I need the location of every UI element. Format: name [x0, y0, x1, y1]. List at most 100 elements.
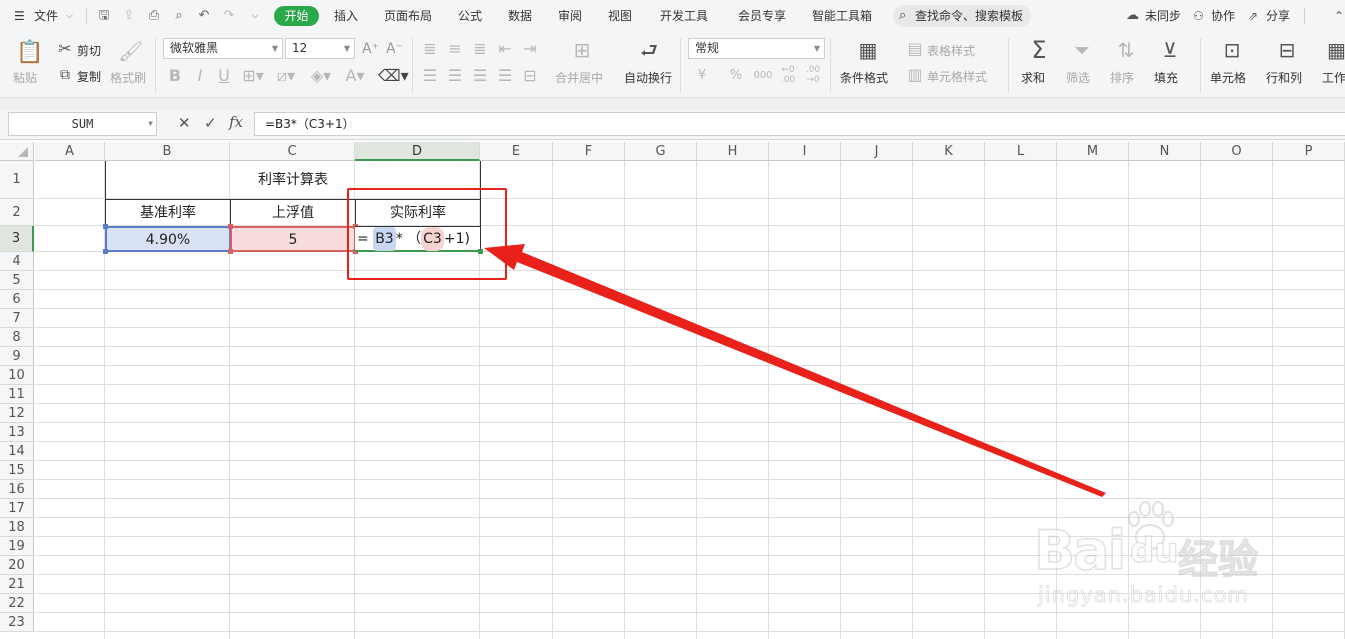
merge-center-button[interactable]: 合并居中: [555, 69, 603, 86]
tab-page-layout[interactable]: 页面布局: [384, 0, 432, 32]
eraser-icon[interactable]: ⌫▾: [378, 68, 409, 84]
decrease-decimal-icon[interactable]: .00 →0: [802, 65, 824, 85]
cell-style-icon[interactable]: ▥: [907, 67, 923, 83]
align-right-icon[interactable]: ☰: [472, 68, 488, 84]
justify-icon[interactable]: ☰: [497, 68, 513, 84]
worksheet-button[interactable]: 工作: [1322, 69, 1345, 86]
fill-button[interactable]: 填充: [1154, 69, 1178, 86]
search-input[interactable]: ⌕ 查找命令、搜索模板: [893, 5, 1031, 27]
bold-icon[interactable]: B: [168, 68, 182, 84]
merge-cells-icon[interactable]: ⊞: [570, 40, 594, 60]
number-format-value: 常规: [695, 41, 720, 55]
cut-button[interactable]: 剪切: [77, 42, 101, 59]
row-col-icon[interactable]: ⊟: [1275, 40, 1299, 60]
share-button[interactable]: 分享: [1266, 0, 1290, 32]
sync-status[interactable]: 未同步: [1145, 0, 1181, 32]
copy-icon[interactable]: ⧉: [57, 67, 73, 83]
border-icon[interactable]: ⊞▾: [242, 68, 264, 84]
fill-down-icon[interactable]: ⊻: [1158, 40, 1182, 60]
filter-button[interactable]: 筛选: [1066, 69, 1090, 86]
font-name-select[interactable]: 微软雅黑 ▼: [163, 38, 283, 59]
cell-icon[interactable]: ⊡: [1220, 40, 1244, 60]
sort-icon[interactable]: ⇅: [1114, 40, 1138, 60]
tab-formulas[interactable]: 公式: [458, 0, 482, 32]
paste-icon[interactable]: 📋: [16, 42, 43, 64]
thousands-separator-icon[interactable]: 000: [752, 68, 774, 84]
format-painter-icon[interactable]: 🖌: [118, 41, 143, 61]
table-style-icon[interactable]: ▤: [907, 41, 923, 57]
underline-icon[interactable]: U: [217, 68, 231, 84]
redo-icon[interactable]: ↷: [221, 8, 237, 24]
print-icon[interactable]: ⎙: [146, 8, 162, 24]
cell-style-button[interactable]: 单元格样式: [927, 68, 987, 85]
tab-data[interactable]: 数据: [508, 0, 532, 32]
distributed-icon[interactable]: ⊟: [522, 68, 538, 84]
increase-font-icon[interactable]: A⁺: [362, 41, 379, 57]
worksheet-icon[interactable]: ▦: [1327, 40, 1345, 60]
file-menu[interactable]: 文件: [34, 0, 58, 32]
paste-label[interactable]: 粘贴: [13, 69, 37, 86]
customize-toolbar-icon[interactable]: ⌵: [247, 8, 263, 24]
decrease-font-icon[interactable]: A⁻: [386, 41, 403, 57]
watermark-brand-cn: 经验: [1177, 536, 1258, 583]
wrap-text-icon[interactable]: ⮐: [637, 40, 661, 60]
collab-button[interactable]: 协作: [1211, 0, 1235, 32]
tab-insert[interactable]: 插入: [334, 0, 358, 32]
copy-button[interactable]: 复制: [77, 68, 101, 85]
row-col-button[interactable]: 行和列: [1266, 69, 1302, 86]
name-box[interactable]: SUM ▼: [8, 112, 157, 136]
cancel-icon[interactable]: ✕: [178, 114, 191, 132]
align-left-icon[interactable]: ☰: [422, 68, 438, 84]
fill-color-icon[interactable]: ◈▾: [308, 68, 334, 84]
indent-decrease-icon[interactable]: ⇤: [497, 41, 513, 57]
search-icon: ⌕: [899, 8, 907, 23]
font-name-value: 微软雅黑: [170, 41, 219, 55]
wrap-text-button[interactable]: 自动换行: [624, 69, 672, 86]
menu-icon[interactable]: ☰: [14, 0, 25, 32]
font-color-icon[interactable]: A▾: [344, 68, 366, 84]
export-icon[interactable]: ⇪: [121, 8, 137, 24]
align-bottom-icon[interactable]: ≣: [472, 41, 488, 57]
save-icon[interactable]: 🖫: [96, 8, 112, 24]
filter-icon[interactable]: ⏷: [1070, 40, 1094, 60]
percent-icon[interactable]: %: [728, 68, 744, 84]
print-preview-icon[interactable]: ⌕: [171, 8, 187, 24]
diagonal-border-icon[interactable]: ⧄▾: [275, 68, 297, 84]
tab-home[interactable]: 开始: [274, 6, 319, 26]
collapse-ribbon-icon[interactable]: ⌃: [1334, 0, 1344, 32]
watermark-brand-du: du: [1129, 530, 1179, 571]
spreadsheet-grid[interactable]: ABCDEFGHIJKLMNOP 1 2 3 4 5 6 7 8 9 10 11 12 13 14 15 16…: [0, 142, 1345, 639]
undo-icon[interactable]: ↶: [196, 8, 212, 24]
align-top-icon[interactable]: ≣: [422, 41, 438, 57]
table-style-button[interactable]: 表格样式: [927, 42, 975, 59]
number-format-select[interactable]: 常规 ▼: [688, 38, 825, 59]
cell-button[interactable]: 单元格: [1210, 69, 1246, 86]
scissors-icon[interactable]: ✂: [57, 41, 73, 57]
indent-increase-icon[interactable]: ⇥: [522, 41, 538, 57]
currency-icon[interactable]: ¥: [694, 68, 710, 84]
conditional-format-icon[interactable]: ▦: [856, 40, 880, 60]
font-size-select[interactable]: 12 ▼: [285, 38, 355, 59]
italic-icon[interactable]: I: [193, 68, 207, 84]
sum-icon[interactable]: Σ: [1027, 38, 1051, 62]
cloud-icon[interactable]: ☁: [1126, 0, 1139, 32]
chevron-down-icon[interactable]: ⌵: [66, 0, 73, 32]
align-middle-icon[interactable]: ≡: [447, 41, 463, 57]
fx-icon[interactable]: fx: [229, 113, 243, 131]
tab-view[interactable]: 视图: [608, 0, 632, 32]
confirm-icon[interactable]: ✓: [204, 114, 217, 132]
formula-input[interactable]: =B3*（C3+1）: [254, 112, 1345, 136]
sort-button[interactable]: 排序: [1110, 69, 1134, 86]
increase-decimal-icon[interactable]: ←0 .00: [777, 65, 799, 85]
conditional-format-button[interactable]: 条件格式: [840, 69, 888, 86]
sum-button[interactable]: 求和: [1021, 69, 1045, 86]
divider: [680, 38, 681, 92]
share-icon[interactable]: ⇗: [1248, 0, 1258, 32]
tab-smart-toolbox[interactable]: 智能工具箱: [812, 0, 872, 32]
tab-member[interactable]: 会员专享: [738, 0, 786, 32]
tab-review[interactable]: 审阅: [558, 0, 582, 32]
format-painter-label[interactable]: 格式刷: [110, 69, 146, 86]
align-center-icon[interactable]: ☰: [447, 68, 463, 84]
user-icon[interactable]: ⚇: [1193, 0, 1204, 32]
tab-developer[interactable]: 开发工具: [660, 0, 708, 32]
